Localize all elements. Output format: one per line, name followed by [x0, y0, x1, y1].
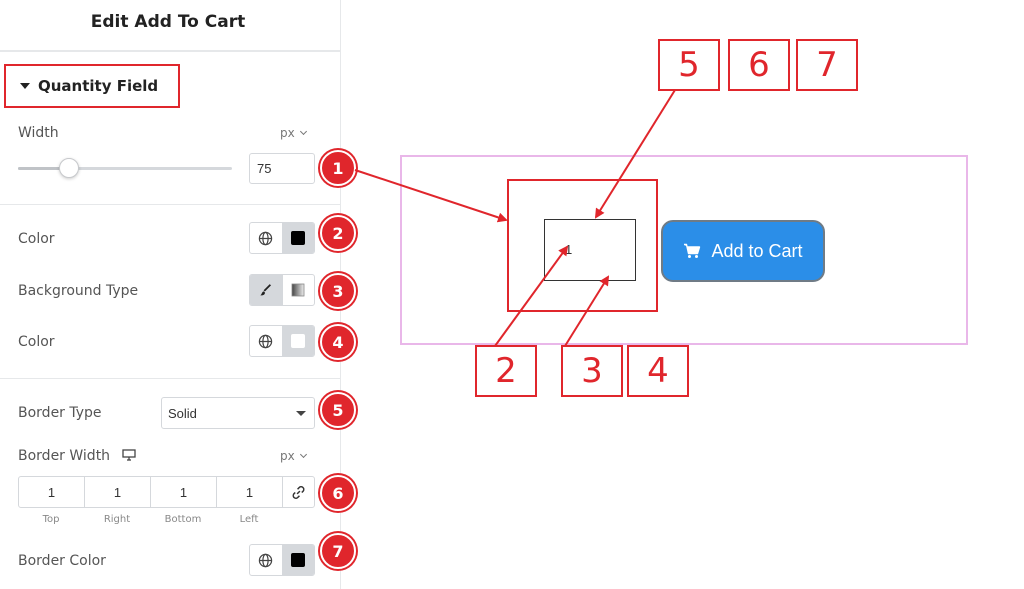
callout-arrows — [354, 89, 676, 347]
arrow-2 — [494, 245, 569, 347]
arrow-5 — [594, 89, 676, 219]
arrow-1 — [354, 169, 508, 223]
arrow-3 — [564, 275, 610, 347]
